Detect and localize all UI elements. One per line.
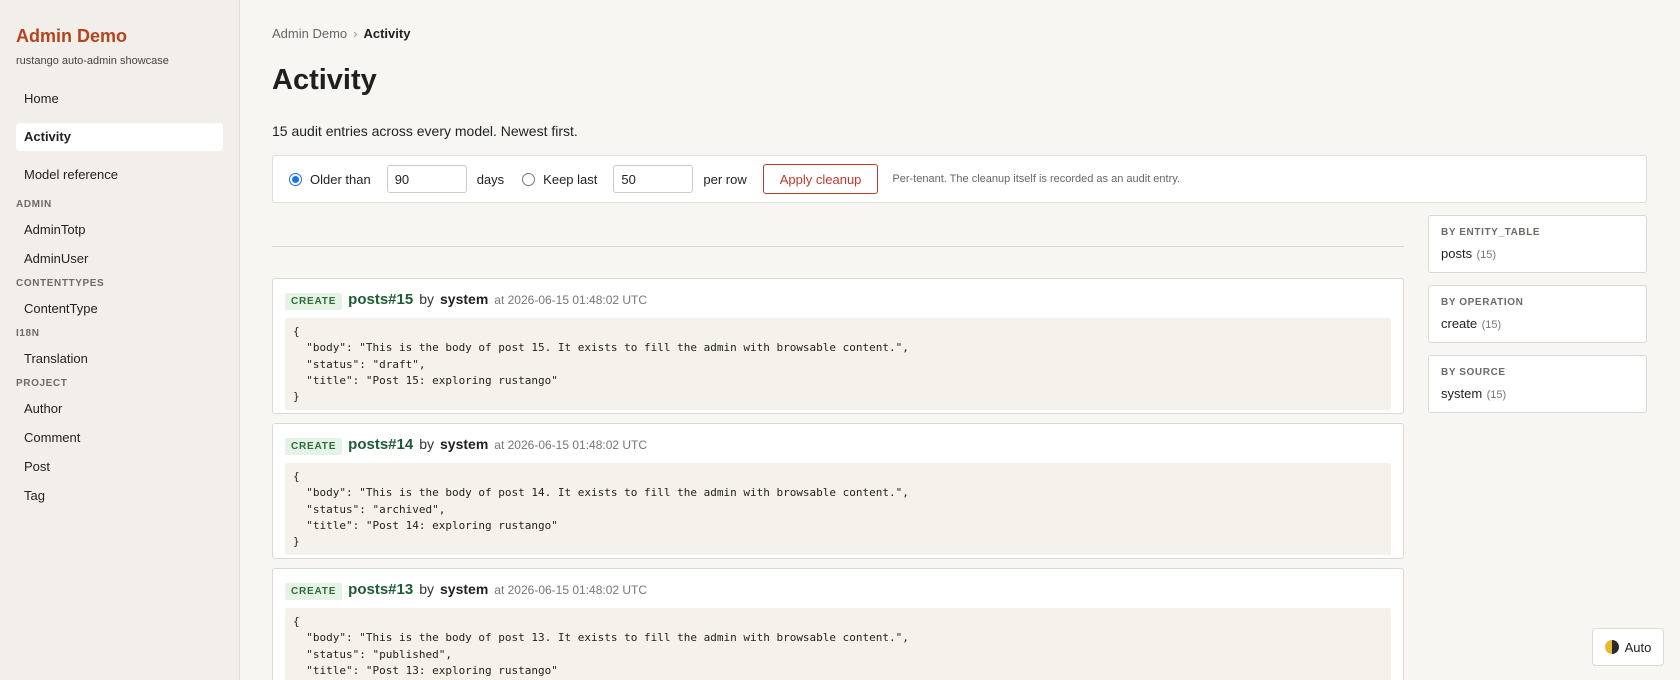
by-label: by bbox=[419, 436, 435, 452]
keep-last-radio[interactable] bbox=[522, 172, 536, 186]
divider bbox=[272, 246, 1404, 247]
main-content: Admin Demo › Activity Activity 15 audit en… bbox=[272, 0, 1680, 680]
facet-source: BY SOURCE system (15) bbox=[1428, 355, 1647, 413]
breadcrumb-root[interactable]: Admin Demo bbox=[272, 26, 347, 41]
timestamp: at 2026-06-15 01:48:02 UTC bbox=[494, 583, 648, 597]
cleanup-form: Older than days Keep last per row Apply … bbox=[272, 155, 1647, 203]
breadcrumb-separator: › bbox=[353, 26, 358, 41]
sidebar-item-author[interactable]: Author bbox=[16, 397, 223, 422]
page-summary: 15 audit entries across every model. New… bbox=[272, 123, 578, 139]
sidebar-section-admin: ADMIN bbox=[16, 199, 52, 210]
sidebar-section-project: PROJECT bbox=[16, 378, 68, 389]
facet-option[interactable]: create (15) bbox=[1441, 315, 1501, 332]
cleanup-note: Per-tenant. The cleanup itself is record… bbox=[892, 173, 1180, 185]
facet-count: (15) bbox=[1481, 319, 1502, 331]
sidebar-item-activity[interactable]: Activity bbox=[16, 123, 223, 151]
keep-last-label: Keep last bbox=[543, 171, 598, 187]
facet-option[interactable]: system (15) bbox=[1441, 385, 1506, 402]
actor-name: system bbox=[440, 436, 489, 452]
half-moon-icon bbox=[1604, 640, 1619, 654]
sidebar-item-translation[interactable]: Translation bbox=[16, 347, 223, 372]
older-than-label: Older than bbox=[310, 171, 371, 187]
audit-entry-header: CREATE posts#13 by system at 2026-06-15 … bbox=[285, 581, 1391, 600]
facet-count: (15) bbox=[1486, 389, 1507, 401]
brand-tagline: rustango auto-admin showcase bbox=[16, 55, 169, 67]
per-row-label: per row bbox=[703, 171, 747, 187]
brand-title[interactable]: Admin Demo bbox=[16, 26, 223, 47]
actor-name: system bbox=[440, 291, 489, 307]
sidebar-section-contenttypes: CONTENTTYPES bbox=[16, 278, 105, 289]
older-than-input[interactable] bbox=[386, 165, 467, 193]
entity-link[interactable]: posts#15 bbox=[348, 291, 413, 308]
audit-entry-payload: { "body": "This is the body of post 15. … bbox=[285, 318, 1391, 410]
breadcrumb: Admin Demo › Activity bbox=[272, 26, 410, 41]
by-label: by bbox=[419, 291, 435, 307]
sidebar-item-post[interactable]: Post bbox=[16, 455, 223, 480]
operation-badge: CREATE bbox=[285, 583, 343, 600]
audit-entry-list: CREATE posts#15 by system at 2026-06-15 … bbox=[272, 278, 1404, 680]
timestamp: at 2026-06-15 01:48:02 UTC bbox=[494, 438, 648, 452]
sidebar-item-admintotp[interactable]: AdminTotp bbox=[16, 218, 223, 243]
older-than-radio[interactable] bbox=[289, 172, 302, 186]
facet-entity-table: BY ENTITY_TABLE posts (15) bbox=[1428, 215, 1647, 273]
facet-title: BY SOURCE bbox=[1441, 367, 1506, 378]
audit-entry-header: CREATE posts#15 by system at 2026-06-15 … bbox=[285, 291, 1391, 310]
facet-value: posts bbox=[1441, 246, 1473, 261]
entity-link[interactable]: posts#13 bbox=[348, 581, 413, 598]
audit-entry: CREATE posts#14 by system at 2026-06-15 … bbox=[272, 423, 1404, 559]
facet-option[interactable]: posts (15) bbox=[1441, 245, 1496, 262]
entity-link[interactable]: posts#14 bbox=[348, 436, 413, 453]
audit-entry-payload: { "body": "This is the body of post 14. … bbox=[285, 463, 1391, 555]
facet-value: create bbox=[1441, 316, 1478, 331]
sidebar: Admin Demo rustango auto-admin showcase … bbox=[0, 0, 240, 680]
operation-badge: CREATE bbox=[285, 438, 343, 455]
sidebar-item-home[interactable]: Home bbox=[16, 85, 223, 113]
theme-toggle-label: Auto bbox=[1624, 639, 1652, 655]
breadcrumb-current: Activity bbox=[363, 26, 411, 41]
sidebar-item-contenttype[interactable]: ContentType bbox=[16, 297, 223, 322]
by-label: by bbox=[419, 581, 435, 597]
sidebar-item-comment[interactable]: Comment bbox=[16, 426, 223, 451]
sidebar-item-adminuser[interactable]: AdminUser bbox=[16, 247, 223, 272]
facet-title: BY OPERATION bbox=[1441, 297, 1524, 308]
facet-operation: BY OPERATION create (15) bbox=[1428, 285, 1647, 343]
audit-entry-payload: { "body": "This is the body of post 13. … bbox=[285, 608, 1391, 680]
operation-badge: CREATE bbox=[285, 293, 343, 310]
keep-last-input[interactable] bbox=[613, 165, 694, 193]
theme-toggle-button[interactable]: Auto bbox=[1592, 628, 1664, 666]
facet-count: (15) bbox=[1476, 249, 1497, 261]
audit-entry: CREATE posts#15 by system at 2026-06-15 … bbox=[272, 278, 1404, 414]
sidebar-item-tag[interactable]: Tag bbox=[16, 484, 223, 509]
facet-panel: BY ENTITY_TABLE posts (15) BY OPERATION … bbox=[1428, 215, 1647, 425]
sidebar-section-i18n: I18N bbox=[16, 328, 40, 339]
actor-name: system bbox=[440, 581, 489, 597]
apply-cleanup-button[interactable]: Apply cleanup bbox=[762, 164, 879, 194]
facet-value: system bbox=[1441, 386, 1483, 401]
page-title: Activity bbox=[272, 64, 377, 96]
audit-entry-header: CREATE posts#14 by system at 2026-06-15 … bbox=[285, 436, 1391, 455]
days-label: days bbox=[476, 171, 505, 187]
timestamp: at 2026-06-15 01:48:02 UTC bbox=[494, 293, 648, 307]
audit-entry: CREATE posts#13 by system at 2026-06-15 … bbox=[272, 568, 1404, 680]
sidebar-item-model-reference[interactable]: Model reference bbox=[16, 161, 223, 189]
facet-title: BY ENTITY_TABLE bbox=[1441, 227, 1541, 238]
